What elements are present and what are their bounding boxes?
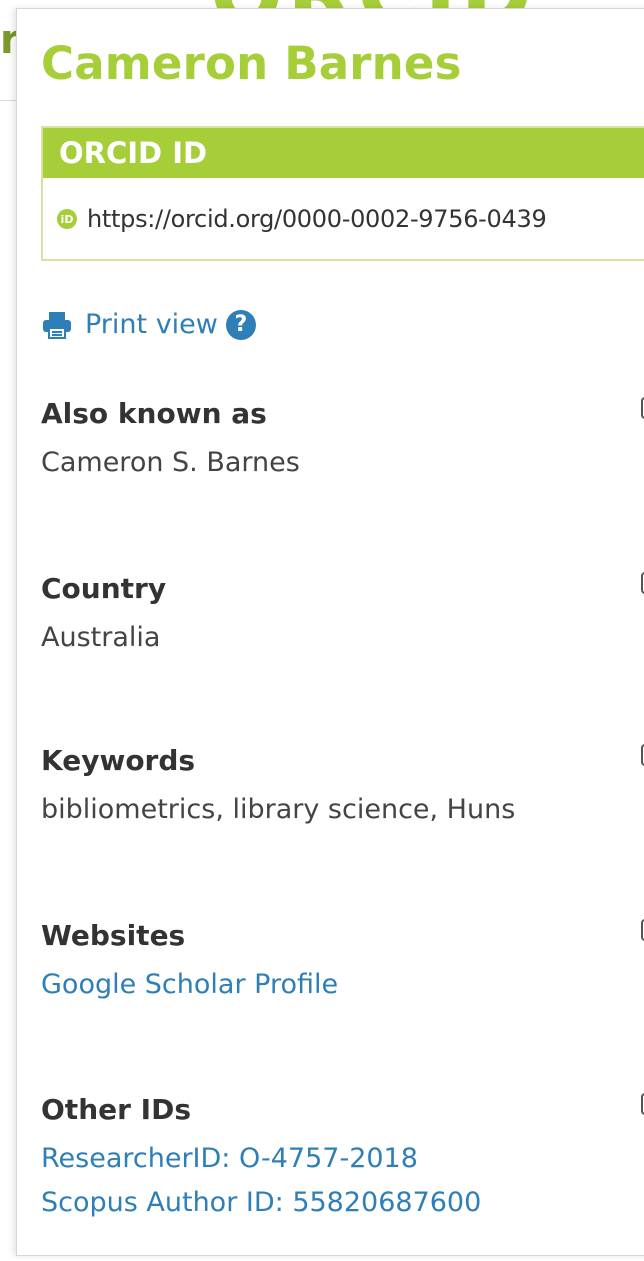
orcid-id-row: iD https://orcid.org/0000-0002-9756-0439 <box>57 205 547 233</box>
section-value-country: Australia <box>41 622 161 653</box>
print-view-row: Print view ? <box>41 309 256 340</box>
printer-icon[interactable] <box>41 310 73 340</box>
section-keywords: Keywords bibliometrics, library science,… <box>41 744 644 825</box>
question-circle-icon[interactable]: ? <box>225 309 256 340</box>
orcid-id-url[interactable]: https://orcid.org/0000-0002-9756-0439 <box>87 205 547 233</box>
section-country: Country Australia <box>41 572 644 653</box>
orcid-id-icon: iD <box>57 209 77 229</box>
section-title-other-ids: Other IDs <box>41 1093 191 1126</box>
profile-sidebar: Cameron Barnes ORCID ID iD https://orcid… <box>16 8 644 1256</box>
other-id-link-scopus[interactable]: Scopus Author ID: 55820687600 <box>41 1187 641 1218</box>
orcid-id-title: ORCID ID <box>59 136 208 170</box>
section-also-known-as: Also known as Cameron S. Barnes <box>41 397 644 478</box>
website-link-google-scholar[interactable]: Google Scholar Profile <box>41 970 641 1000</box>
orcid-id-box-header: ORCID ID <box>43 128 644 178</box>
section-other-ids: Other IDs ResearcherID: O-4757-2018 Scop… <box>41 1093 644 1218</box>
other-id-link-researcherid[interactable]: ResearcherID: O-4757-2018 <box>41 1144 641 1174</box>
section-title-keywords: Keywords <box>41 744 196 777</box>
section-websites: Websites Google Scholar Profile <box>41 919 644 1000</box>
section-value-also-known-as: Cameron S. Barnes <box>41 447 300 478</box>
print-view-link[interactable]: Print view <box>85 309 218 340</box>
section-title-also-known-as: Also known as <box>41 397 267 430</box>
orcid-id-box: ORCID ID iD https://orcid.org/0000-0002-… <box>41 126 644 261</box>
section-title-country: Country <box>41 572 167 605</box>
section-value-keywords: bibliometrics, library science, Huns <box>41 794 516 825</box>
profile-name: Cameron Barnes <box>41 37 462 90</box>
section-title-websites: Websites <box>41 919 186 952</box>
